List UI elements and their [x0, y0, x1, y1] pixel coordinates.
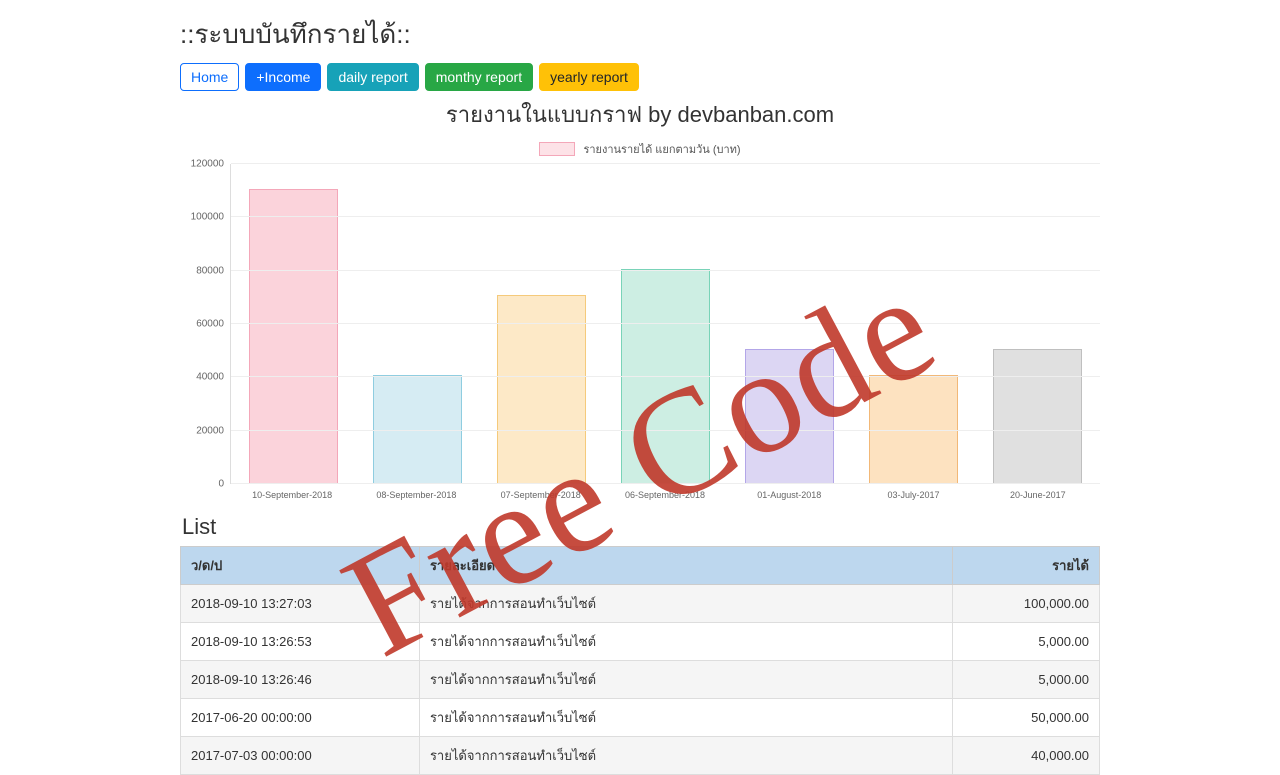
cell-detail: รายได้จากการสอนทำเว็บไซต์ [419, 699, 952, 737]
chart-container: รายงานรายได้ แยกตามวัน (บาท) 0 20000 40000… [180, 140, 1100, 500]
chart-plot-area [230, 164, 1100, 484]
cell-detail: รายได้จากการสอนทำเว็บไซต์ [419, 661, 952, 699]
chart-y-axis: 020000400006000080000100000120000 [180, 164, 230, 484]
income-table: ว/ด/ป รายละเอียด รายได้ 2018-09-10 13:27… [180, 546, 1100, 775]
y-tick-label: 100000 [191, 212, 224, 223]
home-button[interactable]: Home [180, 63, 239, 91]
x-tick-label: 03-July-2017 [851, 484, 975, 500]
x-tick-label: 06-September-2018 [603, 484, 727, 500]
daily-report-button[interactable]: daily report [327, 63, 418, 91]
x-tick-label: 07-September-2018 [479, 484, 603, 500]
table-row: 2018-09-10 13:26:46รายได้จากการสอนทำเว็บ… [181, 661, 1100, 699]
cell-income: 5,000.00 [952, 623, 1099, 661]
cell-income: 100,000.00 [952, 585, 1099, 623]
y-tick-label: 120000 [191, 159, 224, 170]
cell-income: 40,000.00 [952, 737, 1099, 775]
y-tick-label: 80000 [196, 265, 224, 276]
table-row: 2017-07-03 00:00:00รายได้จากการสอนทำเว็บ… [181, 737, 1100, 775]
cell-detail: รายได้จากการสอนทำเว็บไซต์ [419, 623, 952, 661]
chart-bar[interactable] [993, 349, 1082, 484]
x-tick-label: 20-June-2017 [976, 484, 1100, 500]
cell-date: 2018-09-10 13:26:53 [181, 623, 420, 661]
cell-detail: รายได้จากการสอนทำเว็บไซต์ [419, 737, 952, 775]
chart-legend: รายงานรายได้ แยกตามวัน (บาท) [180, 140, 1100, 158]
y-tick-label: 40000 [196, 372, 224, 383]
chart-bar[interactable] [249, 189, 338, 484]
y-tick-label: 0 [218, 479, 224, 490]
x-tick-label: 08-September-2018 [354, 484, 478, 500]
table-row: 2017-06-20 00:00:00รายได้จากการสอนทำเว็บ… [181, 699, 1100, 737]
legend-swatch [539, 142, 575, 156]
cell-date: 2017-07-03 00:00:00 [181, 737, 420, 775]
table-row: 2018-09-10 13:26:53รายได้จากการสอนทำเว็บ… [181, 623, 1100, 661]
chart-title: รายงานในแบบกราฟ by devbanban.com [180, 97, 1100, 132]
monthly-report-button[interactable]: monthy report [425, 63, 533, 91]
x-tick-label: 01-August-2018 [727, 484, 851, 500]
cell-detail: รายได้จากการสอนทำเว็บไซต์ [419, 585, 952, 623]
y-tick-label: 60000 [196, 319, 224, 330]
list-title: List [182, 514, 1100, 540]
table-row: 2018-09-10 13:27:03รายได้จากการสอนทำเว็บ… [181, 585, 1100, 623]
cell-income: 5,000.00 [952, 661, 1099, 699]
cell-date: 2017-06-20 00:00:00 [181, 699, 420, 737]
x-tick-label: 10-September-2018 [230, 484, 354, 500]
nav-bar: Home +Income daily report monthy report … [180, 63, 1100, 91]
cell-income: 50,000.00 [952, 699, 1099, 737]
cell-date: 2018-09-10 13:26:46 [181, 661, 420, 699]
cell-date: 2018-09-10 13:27:03 [181, 585, 420, 623]
page-title: ::ระบบบันทึกรายได้:: [180, 14, 1100, 55]
income-button[interactable]: +Income [245, 63, 321, 91]
yearly-report-button[interactable]: yearly report [539, 63, 639, 91]
col-income: รายได้ [952, 547, 1099, 585]
chart-bar[interactable] [745, 349, 834, 484]
legend-label: รายงานรายได้ แยกตามวัน (บาท) [583, 140, 740, 158]
col-detail: รายละเอียด [419, 547, 952, 585]
chart-x-axis: 10-September-201808-September-201807-Sep… [230, 484, 1100, 500]
y-tick-label: 20000 [196, 425, 224, 436]
col-date: ว/ด/ป [181, 547, 420, 585]
